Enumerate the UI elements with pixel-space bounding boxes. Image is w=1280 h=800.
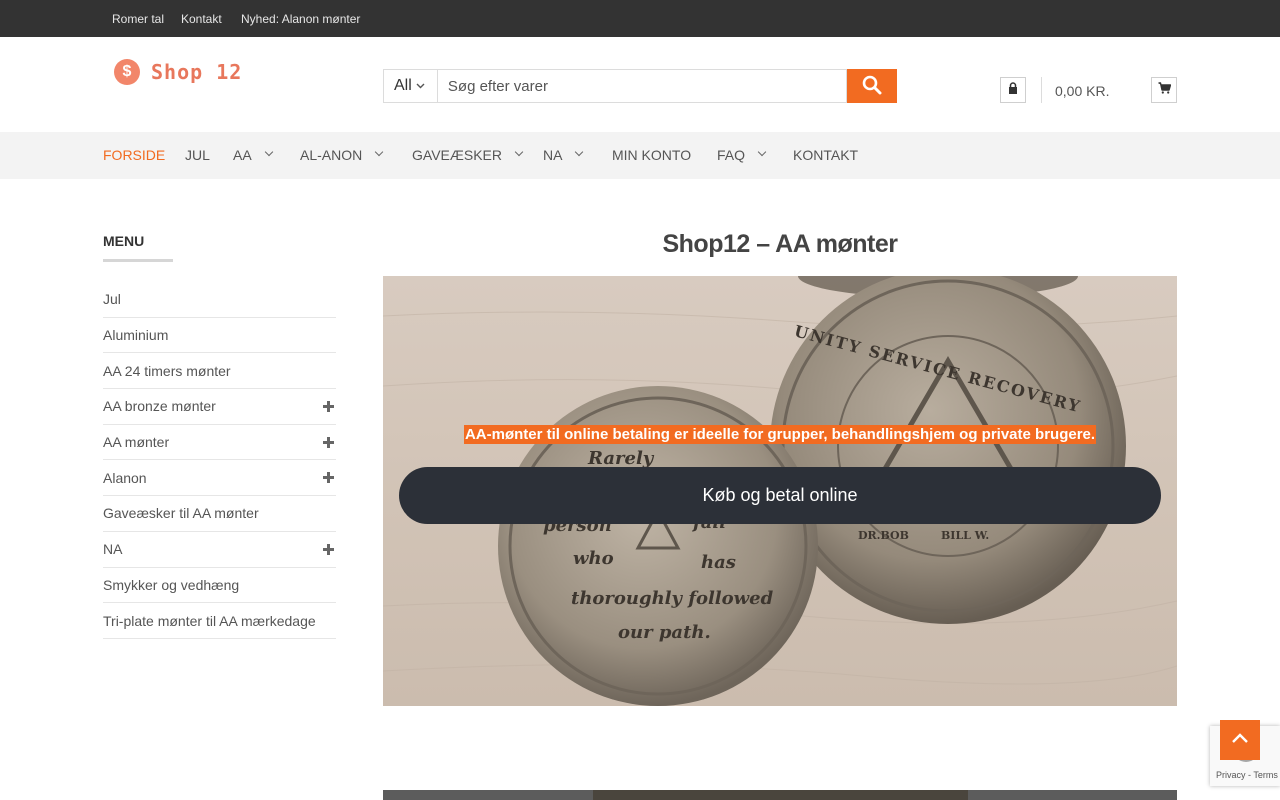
recaptcha-terms[interactable]: Privacy - Terms xyxy=(1216,770,1278,780)
site-logo[interactable]: $ Shop 12 xyxy=(103,53,253,91)
nav-label: AL-Anon xyxy=(300,147,363,163)
nav-label: AA xyxy=(233,147,252,163)
chevron-down-icon xyxy=(575,147,584,157)
search-icon xyxy=(862,75,882,98)
sidebar-item-aa-monter[interactable]: AA mønter xyxy=(103,425,336,461)
search-button[interactable] xyxy=(847,69,897,103)
account-button[interactable] xyxy=(1000,77,1026,103)
sidebar-item-label: Jul xyxy=(103,291,121,308)
topbar-link-romer-tal[interactable]: Romer tal xyxy=(112,12,164,26)
main-nav: Forside Jul AA AL-Anon Gaveæsker NA Min … xyxy=(0,132,1280,179)
coin-text: who xyxy=(573,548,614,569)
cart-icon xyxy=(1158,81,1171,99)
logo-text: Shop 12 xyxy=(151,60,243,84)
next-section-image xyxy=(593,790,968,800)
search-category-select[interactable]: All xyxy=(383,69,437,103)
cart-button[interactable] xyxy=(1151,77,1177,103)
lock-icon xyxy=(1008,81,1018,99)
header-divider xyxy=(1041,77,1042,103)
nav-label: Jul xyxy=(185,147,210,163)
next-section-image xyxy=(968,790,1177,800)
nav-item-forside[interactable]: Forside xyxy=(103,147,165,163)
chevron-down-icon xyxy=(757,147,767,157)
chevron-down-icon xyxy=(374,147,384,157)
page-title: Shop12 – AA mønter xyxy=(662,230,898,258)
sidebar-title: MENU xyxy=(103,233,145,249)
back-to-top-button[interactable] xyxy=(1220,720,1260,760)
plus-icon[interactable] xyxy=(323,472,334,484)
hero-caption-text: AA-mønter til online betaling er ideelle… xyxy=(463,425,1097,444)
sidebar-item-label: NA xyxy=(103,541,123,558)
buy-online-button[interactable]: Køb og betal online xyxy=(399,467,1161,524)
chevron-down-icon xyxy=(514,147,524,157)
nav-label: FAQ xyxy=(717,147,746,163)
nav-label: Min konto xyxy=(612,147,692,163)
plus-icon[interactable] xyxy=(323,400,334,412)
search-form: All xyxy=(383,69,897,103)
sidebar-item-na[interactable]: NA xyxy=(103,532,336,568)
cart-total[interactable]: 0,00 KR. xyxy=(1055,83,1109,99)
nav-label: NA xyxy=(543,147,563,163)
sidebar-menu: Jul Aluminium AA 24 timers mønter AA bro… xyxy=(103,282,336,639)
coin-text: our path. xyxy=(618,622,711,643)
nav-item-gaveaesker[interactable]: Gaveæsker xyxy=(412,147,524,163)
sidebar-item-jul[interactable]: Jul xyxy=(103,282,336,318)
sidebar-item-aa-bronze[interactable]: AA bronze mønter xyxy=(103,389,336,425)
sidebar-item-aa-24-timers[interactable]: AA 24 timers mønter xyxy=(103,353,336,390)
sidebar-item-smykker[interactable]: Smykker og vedhæng xyxy=(103,568,336,604)
logo-mark-icon: $ xyxy=(114,59,140,85)
nav-label: Gaveæsker xyxy=(412,147,502,163)
nav-item-jul[interactable]: Jul xyxy=(185,147,210,163)
coin-text: DR.BOB xyxy=(858,529,909,542)
sidebar-item-label: Smykker og vedhæng xyxy=(103,576,240,593)
nav-label: Kontakt xyxy=(793,147,859,163)
chevron-up-icon xyxy=(1231,731,1249,749)
coin-text: has xyxy=(701,552,736,573)
site-header: $ Shop 12 All 0,00 KR. xyxy=(0,37,1280,132)
sidebar-item-alanon[interactable]: Alanon xyxy=(103,460,336,497)
coin-text: BILL W. xyxy=(941,529,989,542)
sidebar-item-tri-plate[interactable]: Tri-plate mønter til AA mærkedage xyxy=(103,603,336,639)
plus-icon[interactable] xyxy=(323,543,334,555)
nav-item-aa[interactable]: AA xyxy=(233,147,273,163)
sidebar-item-label: AA mønter xyxy=(103,434,170,451)
sidebar-item-label: Alanon xyxy=(103,469,147,486)
chevron-down-icon xyxy=(416,81,425,92)
sidebar-item-label: AA 24 timers mønter xyxy=(103,362,231,379)
top-bar: Romer tal Kontakt Nyhed: Alanon mønter xyxy=(0,0,1280,37)
sidebar-item-aluminium[interactable]: Aluminium xyxy=(103,318,336,354)
coin-text: Rarely xyxy=(587,448,655,469)
next-section-image xyxy=(383,790,593,800)
sidebar-title-underline xyxy=(103,259,173,262)
sidebar-item-label: Tri-plate mønter til AA mærkedage xyxy=(103,612,316,629)
nav-item-na[interactable]: NA xyxy=(543,147,584,163)
sidebar-item-label: Gaveæsker til AA mønter xyxy=(103,505,259,522)
sidebar-item-label: AA bronze mønter xyxy=(103,398,216,415)
chevron-down-icon xyxy=(264,147,273,157)
search-input[interactable] xyxy=(436,69,848,103)
nav-label: Forside xyxy=(103,147,166,163)
topbar-link-kontakt[interactable]: Kontakt xyxy=(181,12,222,26)
topbar-link-nyhed[interactable]: Nyhed: Alanon mønter xyxy=(241,12,360,26)
nav-item-faq[interactable]: FAQ xyxy=(717,147,767,163)
nav-item-kontakt[interactable]: Kontakt xyxy=(793,147,858,163)
nav-item-al-anon[interactable]: AL-Anon xyxy=(300,147,384,163)
search-category-value: All xyxy=(394,77,412,94)
hero-caption: AA-mønter til online betaling er ideelle… xyxy=(383,425,1177,444)
coin-text: thoroughly followed xyxy=(571,588,774,609)
nav-item-min-konto[interactable]: Min konto xyxy=(612,147,691,163)
hero-banner: Rarely person fail who has thoroughly fo… xyxy=(383,276,1177,706)
plus-icon[interactable] xyxy=(323,436,334,448)
sidebar-item-gaveaesker[interactable]: Gaveæsker til AA mønter xyxy=(103,496,336,532)
sidebar-item-label: Aluminium xyxy=(103,327,169,344)
